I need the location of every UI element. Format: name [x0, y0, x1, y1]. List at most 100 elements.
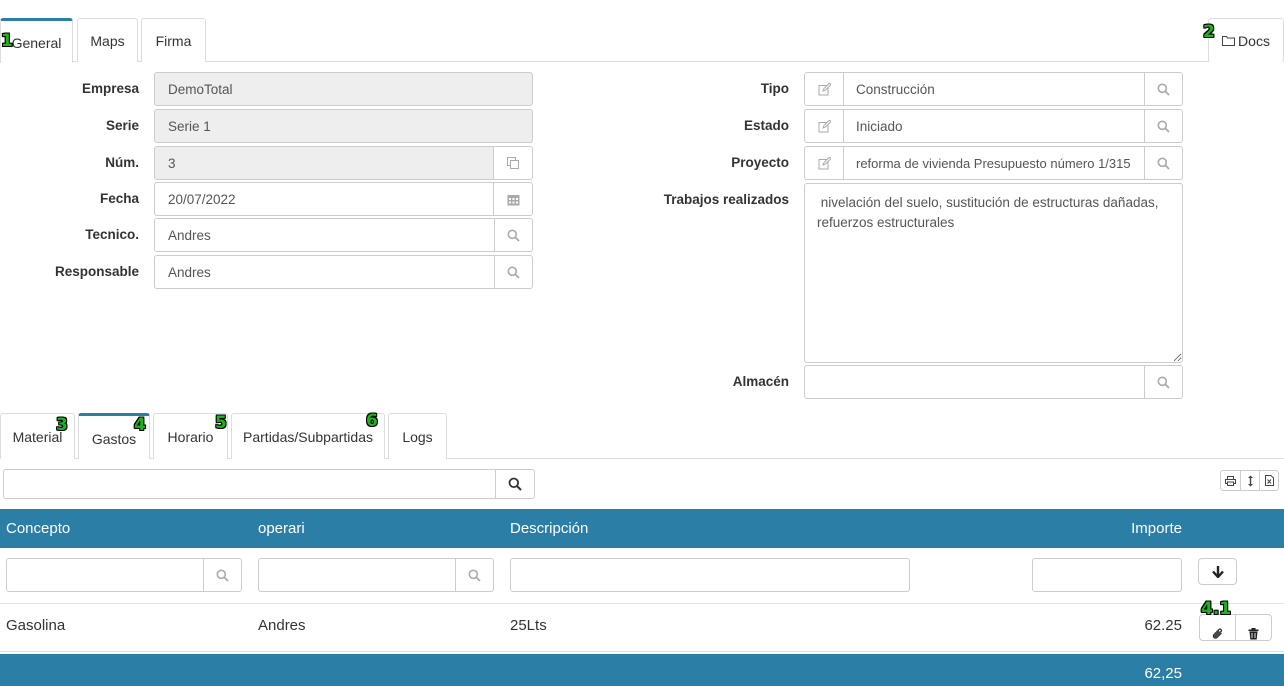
- operari-filter-input[interactable]: [258, 558, 458, 592]
- badge-4-1: 4.1: [1201, 599, 1232, 619]
- serie-field[interactable]: Serie 1: [154, 109, 533, 143]
- grid-search-button[interactable]: [495, 469, 535, 499]
- almacen-field[interactable]: [804, 365, 1145, 399]
- col-importe[interactable]: Importe: [1131, 520, 1182, 537]
- resize-rows-button[interactable]: [1240, 470, 1260, 491]
- edit-icon: [818, 156, 831, 170]
- proyecto-label: Proyecto: [731, 155, 789, 170]
- num-label: Núm.: [105, 155, 139, 170]
- search-icon: [1157, 157, 1170, 170]
- tab-partidas-label: Partidas/Subpartidas: [243, 428, 373, 445]
- importe-filter-input[interactable]: [1032, 558, 1182, 592]
- search-icon: [216, 569, 229, 582]
- top-tab-bar: General Maps Firma Docs: [0, 0, 1284, 63]
- tab-firma[interactable]: Firma: [141, 18, 206, 62]
- responsable-search-button[interactable]: [494, 255, 533, 289]
- excel-file-icon: [1264, 475, 1274, 486]
- table-footer: 62,25: [0, 654, 1284, 686]
- estado-field[interactable]: Iniciado: [843, 109, 1145, 143]
- tab-general-label: General: [11, 35, 62, 51]
- estado-search-button[interactable]: [1144, 109, 1183, 143]
- tab-docs[interactable]: Docs: [1208, 18, 1284, 62]
- search-icon: [507, 229, 520, 242]
- detail-tab-bar: Material Gastos Horario Partidas/Subpart…: [0, 413, 1284, 459]
- almacen-label: Almacén: [732, 374, 789, 389]
- badge-2: 2: [1203, 22, 1215, 42]
- empresa-field[interactable]: DemoTotal: [154, 72, 533, 106]
- filter-row: [0, 548, 1284, 604]
- proyecto-search-button[interactable]: [1144, 146, 1183, 180]
- cell-importe: 62.25: [1144, 617, 1182, 634]
- search-icon: [468, 569, 481, 582]
- col-concepto[interactable]: Concepto: [6, 520, 70, 537]
- total-importe: 62,25: [1144, 665, 1182, 682]
- responsable-field[interactable]: Andres: [154, 255, 495, 289]
- folder-icon: [1222, 35, 1236, 46]
- proyecto-field[interactable]: reforma de vivienda Presupuesto número 1…: [843, 146, 1145, 180]
- cell-concepto: Gasolina: [6, 617, 66, 634]
- search-icon: [1157, 83, 1170, 96]
- table-header: Concepto operari Descripción Importe: [0, 509, 1284, 548]
- vertical-arrows-icon: [1247, 475, 1254, 487]
- tab-firma-label: Firma: [155, 32, 192, 49]
- badge-1: 1: [1, 31, 13, 51]
- tab-logs-label: Logs: [402, 428, 433, 445]
- badge-5: 5: [215, 413, 227, 433]
- calendar-button[interactable]: [493, 182, 533, 216]
- fecha-label: Fecha: [99, 191, 139, 206]
- badge-3: 3: [56, 415, 68, 435]
- badge-6: 6: [366, 411, 378, 431]
- tab-maps[interactable]: Maps: [77, 18, 138, 62]
- tipo-label: Tipo: [760, 81, 789, 96]
- concepto-filter-input[interactable]: [6, 558, 206, 592]
- search-icon: [508, 477, 522, 491]
- copy-button[interactable]: [493, 146, 533, 180]
- proyecto-edit-button[interactable]: [804, 146, 844, 180]
- serie-label: Serie: [105, 118, 139, 133]
- tipo-edit-button[interactable]: [804, 72, 844, 106]
- print-icon: [1225, 475, 1236, 486]
- search-icon: [507, 266, 520, 279]
- calendar-icon: [507, 193, 520, 206]
- tab-gastos-label: Gastos: [91, 430, 137, 447]
- paperclip-icon: [1212, 628, 1224, 640]
- grid-search-input[interactable]: [3, 469, 497, 499]
- tab-logs[interactable]: Logs: [388, 413, 447, 459]
- add-row-button[interactable]: [1198, 558, 1237, 585]
- responsable-label: Responsable: [54, 264, 139, 279]
- badge-4: 4: [134, 415, 146, 435]
- tab-maps-label: Maps: [90, 32, 125, 49]
- tecnico-label: Tecnico.: [85, 227, 139, 242]
- tab-material-label: Material: [12, 428, 63, 445]
- export-excel-button[interactable]: [1259, 470, 1279, 491]
- empresa-label: Empresa: [81, 81, 139, 96]
- col-descripcion[interactable]: Descripción: [510, 520, 588, 537]
- tipo-field[interactable]: Construcción: [843, 72, 1145, 106]
- tab-partidas[interactable]: Partidas/Subpartidas: [231, 413, 385, 459]
- edit-icon: [818, 82, 831, 96]
- fecha-field[interactable]: 20/07/2022: [154, 182, 495, 216]
- operari-filter-search-button[interactable]: [455, 558, 494, 592]
- almacen-search-button[interactable]: [1144, 365, 1183, 399]
- tab-docs-label: Docs: [1238, 32, 1270, 49]
- trabajos-textarea[interactable]: nivelación del suelo, sustitución de est…: [804, 183, 1183, 363]
- tecnico-field[interactable]: Andres: [154, 218, 495, 252]
- num-field[interactable]: 3: [154, 146, 495, 180]
- trash-icon: [1248, 628, 1259, 640]
- estado-edit-button[interactable]: [804, 109, 844, 143]
- cell-descripcion: 25Lts: [510, 617, 547, 634]
- table-row[interactable]: Gasolina Andres 25Lts 62.25: [0, 604, 1284, 652]
- estado-label: Estado: [743, 118, 789, 133]
- delete-row-button[interactable]: [1235, 614, 1272, 641]
- descripcion-filter-input[interactable]: [510, 558, 910, 592]
- tipo-search-button[interactable]: [1144, 72, 1183, 106]
- concepto-filter-search-button[interactable]: [203, 558, 242, 592]
- tecnico-search-button[interactable]: [494, 218, 533, 252]
- copy-icon: [506, 156, 520, 170]
- trabajos-label: Trabajos realizados: [663, 192, 789, 207]
- print-button[interactable]: [1220, 470, 1241, 491]
- tab-horario-label: Horario: [167, 428, 214, 445]
- arrow-down-icon: [1211, 565, 1224, 578]
- col-operari[interactable]: operari: [258, 520, 305, 537]
- edit-icon: [818, 119, 831, 133]
